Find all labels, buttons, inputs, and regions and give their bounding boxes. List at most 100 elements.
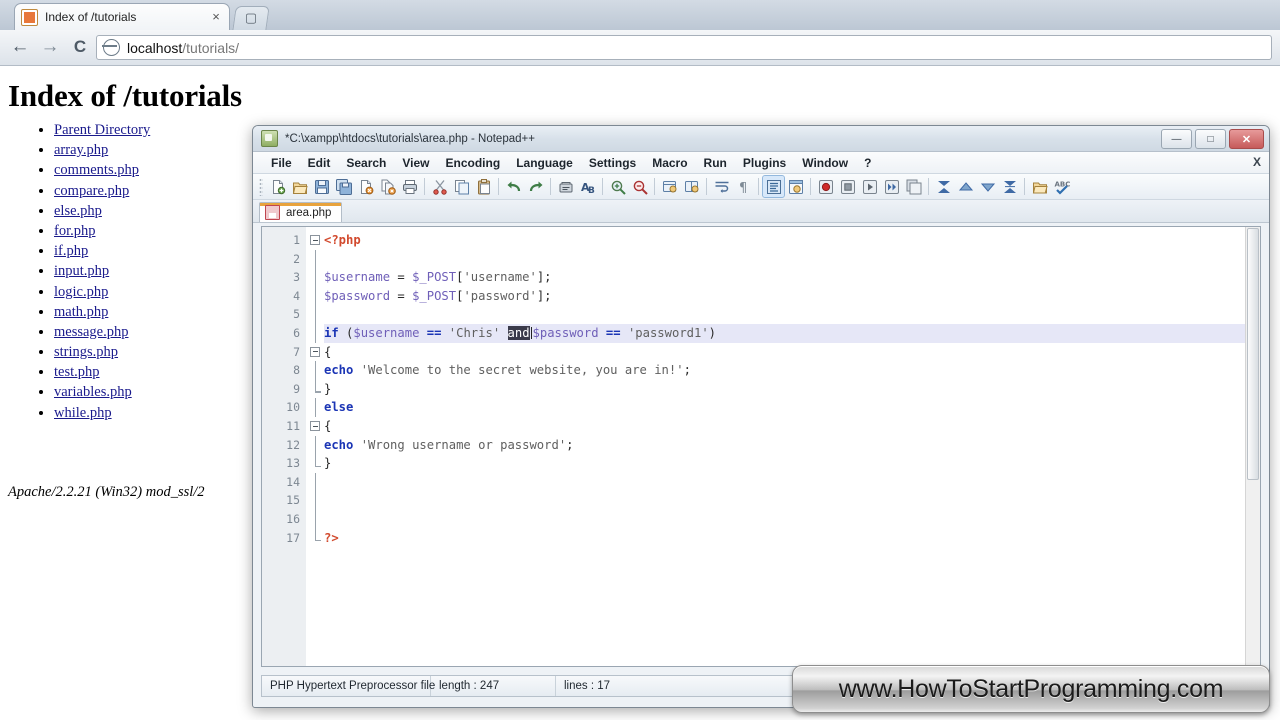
directory-link[interactable]: input.php — [54, 263, 109, 279]
run-macro-multiple-icon[interactable] — [881, 176, 902, 197]
address-bar[interactable]: localhost/tutorials/ — [96, 35, 1272, 60]
directory-link[interactable]: message.php — [54, 324, 129, 340]
new-file-icon[interactable] — [267, 176, 288, 197]
close-all-icon[interactable] — [377, 176, 398, 197]
list-item: strings.php — [54, 344, 150, 360]
directory-link[interactable]: else.php — [54, 203, 102, 219]
directory-link[interactable]: logic.php — [54, 284, 108, 300]
word-wrap-icon[interactable] — [711, 176, 732, 197]
code-token: <?php — [324, 233, 361, 247]
open-file-icon[interactable] — [289, 176, 310, 197]
menu-file[interactable]: File — [263, 154, 300, 172]
scrollbar-thumb[interactable] — [1247, 228, 1259, 480]
code-line[interactable]: <?php — [324, 231, 361, 250]
menu-view[interactable]: View — [394, 154, 437, 172]
toolbar-grip[interactable] — [259, 177, 263, 196]
record-macro-icon[interactable] — [815, 176, 836, 197]
directory-link[interactable]: math.php — [54, 304, 108, 320]
close-file-icon[interactable] — [355, 176, 376, 197]
code-token: 'Wrong username or password' — [360, 437, 567, 452]
stop-record-icon[interactable] — [837, 176, 858, 197]
save-all-icon[interactable] — [333, 176, 354, 197]
menu-run[interactable]: Run — [696, 154, 735, 172]
menu-encoding[interactable]: Encoding — [438, 154, 509, 172]
open-folder-icon[interactable] — [1029, 176, 1050, 197]
collapse-current-icon[interactable] — [977, 176, 998, 197]
directory-link[interactable]: test.php — [54, 364, 100, 380]
code-area[interactable]: <?php $username = $_POST['username']; $pas… — [324, 227, 1246, 666]
minimize-button[interactable]: — — [1161, 129, 1192, 149]
directory-link[interactable]: comments.php — [54, 162, 139, 178]
editor-vertical-scrollbar[interactable] — [1245, 227, 1260, 666]
menu-settings[interactable]: Settings — [581, 154, 644, 172]
maximize-button[interactable]: □ — [1195, 129, 1226, 149]
fold-margin[interactable] — [306, 227, 324, 666]
reload-icon[interactable]: C — [68, 36, 92, 60]
directory-link[interactable]: strings.php — [54, 344, 118, 360]
cut-icon[interactable] — [429, 176, 450, 197]
paste-icon[interactable] — [473, 176, 494, 197]
show-all-chars-icon[interactable]: ¶ — [733, 176, 754, 197]
sync-horizontal-icon[interactable] — [681, 176, 702, 197]
undo-icon[interactable] — [503, 176, 524, 197]
status-language: PHP Hypertext Preprocessor file — [262, 676, 435, 696]
document-tab-area-php[interactable]: area.php — [259, 202, 343, 222]
directory-link[interactable]: while.php — [54, 405, 112, 421]
directory-link[interactable]: compare.php — [54, 183, 129, 199]
menu-edit[interactable]: Edit — [300, 154, 339, 172]
find-icon[interactable] — [555, 176, 576, 197]
directory-link[interactable]: if.php — [54, 243, 88, 259]
menu-plugins[interactable]: Plugins — [735, 154, 794, 172]
browser-tab[interactable]: Index of /tutorials × — [14, 3, 230, 30]
play-macro-icon[interactable] — [859, 176, 880, 197]
code-line[interactable]: if ($username == 'Chris' and $password ==… — [324, 324, 1246, 343]
close-icon[interactable]: × — [209, 10, 223, 24]
code-line[interactable]: $username = $_POST['username']; — [324, 268, 552, 287]
line-number: 12 — [286, 437, 300, 452]
zoom-out-icon[interactable] — [629, 176, 650, 197]
fold-toggle-icon[interactable] — [310, 235, 320, 245]
indent-guide-icon[interactable] — [762, 175, 785, 198]
code-line[interactable]: } — [324, 380, 331, 399]
copy-icon[interactable] — [451, 176, 472, 197]
collapse-all-icon[interactable] — [933, 176, 954, 197]
code-line[interactable]: echo 'Welcome to the secret website, you… — [324, 361, 691, 380]
code-line[interactable]: } — [324, 454, 331, 473]
directory-link[interactable]: Parent Directory — [54, 122, 150, 138]
code-editor[interactable]: 1 2 3 4 5 6 7 8 9 10 11 12 13 14 15 16 17 <?php $username… — [261, 226, 1261, 667]
zoom-in-icon[interactable] — [607, 176, 628, 197]
notepadpp-title-bar[interactable]: *C:\xampp\htdocs\tutorials\area.php - No… — [253, 126, 1269, 152]
print-icon[interactable] — [399, 176, 420, 197]
close-button[interactable]: ✕ — [1229, 129, 1264, 149]
new-tab-button[interactable]: ▢ — [232, 6, 270, 31]
save-icon[interactable] — [311, 176, 332, 197]
menu-search[interactable]: Search — [338, 154, 394, 172]
spell-check-icon[interactable]: ABC — [1051, 176, 1072, 197]
redo-icon[interactable] — [525, 176, 546, 197]
replace-icon[interactable]: AB — [577, 176, 598, 197]
menu-[interactable]: ? — [856, 154, 879, 172]
code-line[interactable]: $password = $_POST['password']; — [324, 287, 552, 306]
expand-all-icon[interactable] — [999, 176, 1020, 197]
fold-toggle-icon[interactable] — [310, 421, 320, 431]
user-defined-dialog-icon[interactable] — [785, 176, 806, 197]
code-line[interactable]: { — [324, 417, 331, 436]
fold-toggle-icon[interactable] — [310, 346, 320, 357]
sync-vertical-icon[interactable] — [659, 176, 680, 197]
back-arrow-icon[interactable]: ← — [8, 36, 32, 60]
code-line[interactable]: { — [324, 343, 331, 362]
forward-arrow-icon[interactable]: → — [38, 36, 62, 60]
directory-link[interactable]: for.php — [54, 223, 95, 239]
menu-macro[interactable]: Macro — [644, 154, 695, 172]
menu-window[interactable]: Window — [794, 154, 856, 172]
directory-link[interactable]: array.php — [54, 142, 108, 158]
save-macro-icon[interactable] — [903, 176, 924, 197]
code-line[interactable]: else — [324, 398, 353, 417]
code-line[interactable]: ?> — [324, 529, 339, 548]
menu-language[interactable]: Language — [508, 154, 581, 172]
directory-link[interactable]: variables.php — [54, 384, 132, 400]
expand-current-icon[interactable] — [955, 176, 976, 197]
close-document-icon[interactable]: X — [1253, 155, 1261, 169]
code-line[interactable]: echo 'Wrong username or password'; — [324, 436, 574, 455]
